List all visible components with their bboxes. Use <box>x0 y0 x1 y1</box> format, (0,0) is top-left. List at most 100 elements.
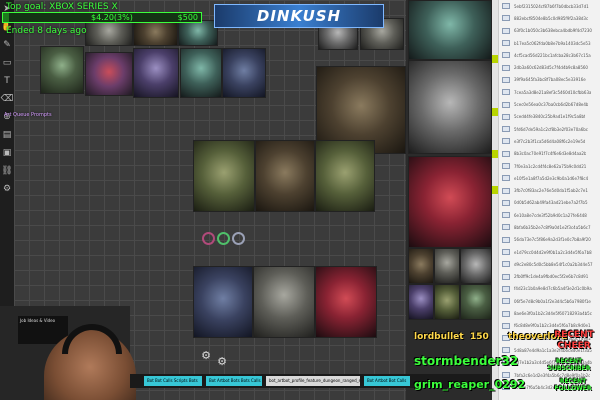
text-tool-icon[interactable]: T <box>0 72 14 90</box>
file-list-item[interactable]: 56da73e7c5f86e9a2d3f1e0c7b8a9f20 <box>499 234 600 246</box>
layers-tool-icon[interactable]: ▤ <box>0 126 14 144</box>
file-list-item[interactable]: b17ea5c062fda0b8e7b9a1403dc5e53 <box>499 37 600 49</box>
settings-gear-icon[interactable]: ⚙ <box>200 350 212 362</box>
image-thumb[interactable] <box>133 20 178 46</box>
bottom-tag[interactable]: Bot Bot Calls Scripts Bots <box>144 376 202 386</box>
file-list-item[interactable]: 4cf5cad56d221bc1afcba28c3b67c15a <box>499 49 600 61</box>
left-toolbar: ➤ ✋ ✎ ▭ T ⌫ ⊕ ▤ ▣ ⛓ ⚙ <box>0 0 14 320</box>
file-name: 3fb7c0f83ac2e76e5d0da1f5ab2c7e1 <box>514 188 588 194</box>
image-file-icon <box>502 285 510 292</box>
recent-follower-label: RECENT FOLLOWER <box>554 378 592 392</box>
file-name: 06f5e7d8c9b0a1f2e3d4c5b6a7980f1e <box>514 298 591 304</box>
file-list-item[interactable]: 06f5e7d8c9b0a1f2e3d4c5b6a7980f1e <box>499 295 600 307</box>
file-name: 8ae6e3f0a1b2c3d4e5f60718293a4b5c <box>514 311 592 317</box>
image-thumb[interactable] <box>180 48 222 98</box>
bottom-tag[interactable]: Bot Artbot Bot Calls <box>364 376 410 386</box>
file-list-item[interactable]: 5ebf2315024cf87b6f7b0dbcb33d7d1 <box>499 0 600 12</box>
image-thumb[interactable] <box>222 48 266 98</box>
image-file-icon <box>502 15 510 22</box>
image-thumb[interactable] <box>408 284 434 320</box>
image-thumb[interactable] <box>255 140 315 212</box>
link-tool-icon[interactable]: ⛓ <box>0 162 14 180</box>
image-file-icon <box>502 64 510 71</box>
image-thumb[interactable] <box>193 140 255 212</box>
image-thumb[interactable] <box>408 248 434 284</box>
webcam-inset-title: Job Ideas & Video <box>20 318 56 323</box>
image-thumb[interactable] <box>434 248 460 284</box>
file-list-item[interactable]: 5fd6d7de59a1c2cf8b3e2f03e70a6bc <box>499 123 600 135</box>
shape-tool-icon[interactable]: ▭ <box>0 54 14 72</box>
image-file-icon <box>502 138 510 145</box>
channel-banner: DINKUSH <box>214 4 384 28</box>
file-list-item[interactable]: 882ebcf8504e8b5c0d985f9f2a38d3c <box>499 12 600 24</box>
image-file-icon <box>502 224 510 231</box>
file-list-item[interactable]: e3f7c2b3f1ca5d6d4a08f6c2e19e5d <box>499 135 600 147</box>
file-list-item[interactable]: e10f5e1a8f7a5d2e3c9b0a1d6e7f8c4 <box>499 172 600 184</box>
file-name: d9c2e80c5d0c5bb8e54f1c0a2b3d4e57 <box>514 261 593 267</box>
file-name: 5fd6d7de59a1c2cf8b3e2f03e70a6bc <box>514 126 588 132</box>
file-list-item[interactable]: 0d0b5d62ab49fa43ad21ebe7a2f7b5 <box>499 197 600 209</box>
file-list-item[interactable]: d9c2e80c5d0c5bb8e54f1c0a2b3d4e57 <box>499 258 600 270</box>
goal-label: Top goal: XBOX SERIES X <box>6 2 118 12</box>
image-thumb[interactable] <box>193 266 253 338</box>
image-file-icon <box>502 3 510 10</box>
image-thumb[interactable] <box>40 46 84 94</box>
goal-progress-fill <box>3 13 9 22</box>
recent-sub-label: RECENT SUBSCRIBER <box>547 358 591 372</box>
file-name: 8bfa6b35b2e7c8f9a0d1e2f3c4a5b6c7 <box>514 224 591 230</box>
image-thumb[interactable] <box>133 48 179 98</box>
eraser-tool-icon[interactable]: ⌫ <box>0 90 14 108</box>
color-circle-button[interactable] <box>202 232 215 245</box>
file-name: 7bfa2c6e1d2e3f4a5b6c7d8e9f0a1b2c <box>514 372 591 378</box>
file-name: 39f9a645fa3bc8f7ba08ec5e33916e <box>514 77 586 83</box>
file-list-item[interactable]: 5cec0e56ea0c37ba0cb6d2b67d8e4b <box>499 98 600 110</box>
image-thumb[interactable] <box>178 20 218 46</box>
image-thumb[interactable] <box>408 60 492 154</box>
image-thumb[interactable] <box>315 266 377 338</box>
file-list-item[interactable]: e1d79cc0d4d2e9f0b1a2c3d4e5f6a7b8 <box>499 246 600 258</box>
file-name: 5ebf2315024cf87b6f7b0dbcb33d7d1 <box>514 3 589 9</box>
settings-tool-icon[interactable]: ⚙ <box>0 180 14 198</box>
image-thumb[interactable] <box>315 140 375 212</box>
image-tool-icon[interactable]: ▣ <box>0 144 14 162</box>
sub-name: stormbender32 <box>414 354 519 368</box>
file-list-item[interactable]: 7f0e3a1c2cd4f4c8e62a75b9c0dd21 <box>499 160 600 172</box>
file-list-item[interactable]: 63f0c1b050c3b638ebca4bdb9f4d7230 <box>499 25 600 37</box>
file-list-item[interactable]: 2db3a60c62d83d5c7f4d4b9c8a8560 <box>499 61 600 73</box>
image-thumb[interactable] <box>408 0 492 60</box>
file-list-item[interactable]: 3fb7c0f83ac2e76e5d0da1f5ab2c7e1 <box>499 184 600 196</box>
pen-tool-icon[interactable]: ✎ <box>0 36 14 54</box>
file-list-item[interactable]: 8bfa6b35b2e7c8f9a0d1e2f3c4a5b6c7 <box>499 221 600 233</box>
goal-ended: Ended 8 days ago <box>6 26 87 36</box>
color-circle-button[interactable] <box>217 232 230 245</box>
color-circle-button[interactable] <box>232 232 245 245</box>
file-name: 7f0e3a1c2cd4f4c8e62a75b9c0dd21 <box>514 163 587 169</box>
file-name: 2fb0ff9c1de4a9fbd0ec5f2e6b7c8d91 <box>514 274 589 280</box>
image-thumb[interactable] <box>434 284 460 320</box>
image-thumb[interactable] <box>253 266 315 338</box>
file-list-item[interactable]: 6e10a8e7cde3f52b9d0c1a27fe6448 <box>499 209 600 221</box>
image-thumb[interactable] <box>85 20 133 46</box>
image-thumb[interactable] <box>408 156 492 248</box>
image-file-icon <box>502 89 510 96</box>
image-thumb[interactable] <box>85 52 133 96</box>
file-list-item[interactable]: 39f9a645fa3bc8f7ba08ec5e33916e <box>499 74 600 86</box>
file-list-item[interactable]: 8ae6e3f0a1b2c3d4e5f60718293a4b5c <box>499 307 600 319</box>
image-file-icon <box>502 76 510 83</box>
webcam-feed: Job Ideas & Video <box>0 306 136 400</box>
file-list-item[interactable]: 2fb0ff9c1de4a9fbd0ec5f2e6b7c8d91 <box>499 271 600 283</box>
goal-target: $500 <box>177 13 198 22</box>
image-file-icon <box>502 101 510 108</box>
image-thumb[interactable] <box>460 248 492 284</box>
settings-gear-icon[interactable]: ⚙ <box>216 356 228 368</box>
bottom-tag[interactable]: bot_artbot_profile_feature_dungeon_range… <box>266 376 360 386</box>
file-name: 8b3c0ac70e91f7c4f6e6d3e8d4aa2b <box>514 151 587 157</box>
file-list-item[interactable]: 8b3c0ac70e91f7c4f6e6d3e8d4aa2b <box>499 148 600 160</box>
image-thumb[interactable] <box>460 284 492 320</box>
bottom-tag[interactable]: Bot Artbot Bots Bots Calls <box>206 376 262 386</box>
file-list-item[interactable]: 5cedd4fe3840c25b9ad1e1f9c5a8bf <box>499 111 600 123</box>
raid-count: 150 <box>470 332 489 342</box>
file-name: e10f5e1a8f7a5d2e3c9b0a1d6e7f8c4 <box>514 175 589 181</box>
file-list-item[interactable]: 7cea5a3d8e21a8ef3c5460d10cfbb63a <box>499 86 600 98</box>
file-list-item[interactable]: f4d23c1b0a9e8d7c6b5a4f3e2d1c0b9a <box>499 283 600 295</box>
